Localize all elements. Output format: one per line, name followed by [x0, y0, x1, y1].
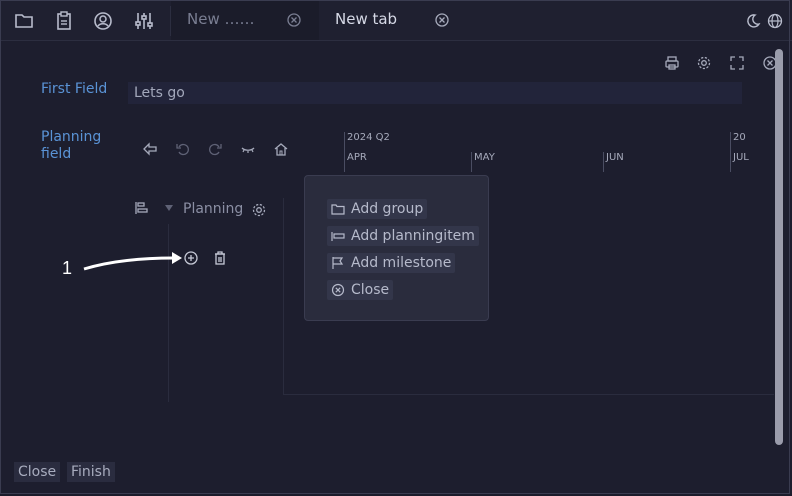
window-frame	[0, 0, 790, 494]
